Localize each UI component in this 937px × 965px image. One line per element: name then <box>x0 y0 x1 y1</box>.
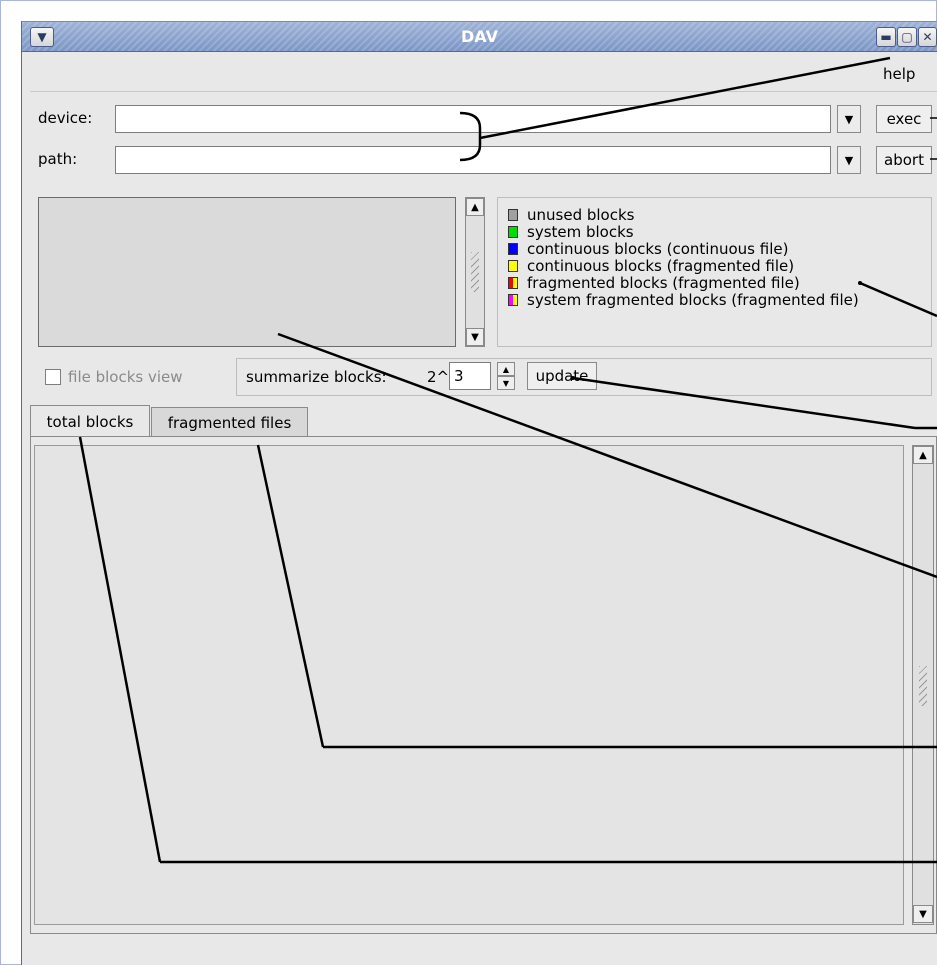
callout-line-fragmented-a <box>256 444 325 748</box>
callout-dot-legend <box>858 281 862 285</box>
callout-line-blockmap <box>277 332 937 579</box>
device-path-bracket <box>459 111 482 162</box>
callout-line-update-a <box>572 376 916 430</box>
callout-line-legend <box>859 281 937 318</box>
callout-line-help <box>479 56 891 140</box>
callout-line-total-a <box>78 436 162 863</box>
annotation-overlay <box>78 56 937 864</box>
callout-dot-update <box>571 376 575 380</box>
